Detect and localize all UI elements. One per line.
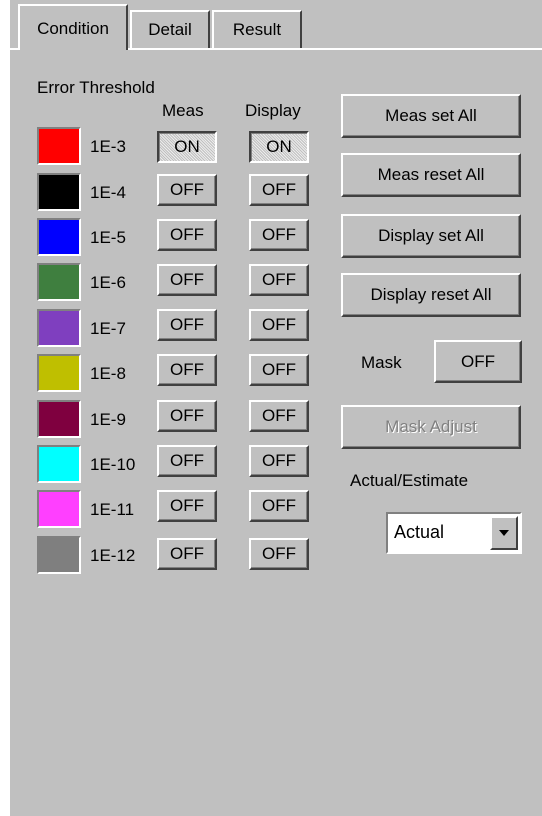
- tab-result[interactable]: Result: [212, 10, 302, 48]
- color-swatch: [37, 536, 81, 574]
- display-toggle-button[interactable]: OFF: [249, 264, 309, 296]
- color-swatch: [37, 127, 81, 165]
- threshold-label: 1E-9: [90, 410, 126, 429]
- threshold-label: 1E-6: [90, 273, 126, 292]
- threshold-label: 1E-4: [90, 183, 126, 202]
- threshold-label: 1E-8: [90, 364, 126, 383]
- threshold-label: 1E-7: [90, 319, 126, 338]
- meas-set-all-button[interactable]: Meas set All: [341, 94, 521, 138]
- mask-toggle-button[interactable]: OFF: [434, 340, 522, 383]
- display-set-all-button[interactable]: Display set All: [341, 214, 521, 258]
- threshold-label: 1E-11: [90, 500, 135, 519]
- meas-toggle-button[interactable]: OFF: [157, 400, 217, 432]
- display-toggle-button[interactable]: OFF: [249, 219, 309, 251]
- meas-toggle-button[interactable]: OFF: [157, 174, 217, 206]
- color-swatch: [37, 309, 81, 347]
- error-threshold-heading: Error Threshold: [37, 78, 155, 97]
- meas-reset-all-button[interactable]: Meas reset All: [341, 153, 521, 197]
- meas-toggle-button[interactable]: OFF: [157, 309, 217, 341]
- threshold-label: 1E-3: [90, 137, 126, 156]
- display-toggle-button[interactable]: OFF: [249, 538, 309, 570]
- color-swatch: [37, 354, 81, 392]
- color-swatch: [37, 490, 81, 528]
- threshold-label: 1E-5: [90, 228, 126, 247]
- display-toggle-button[interactable]: OFF: [249, 174, 309, 206]
- actual-estimate-value: Actual: [394, 522, 445, 542]
- display-toggle-button[interactable]: OFF: [249, 400, 309, 432]
- actual-estimate-select[interactable]: Actual: [386, 512, 522, 554]
- display-toggle-button[interactable]: OFF: [249, 490, 309, 522]
- chevron-down-icon[interactable]: [490, 516, 518, 550]
- meas-toggle-button[interactable]: OFF: [157, 354, 217, 386]
- meas-toggle-button[interactable]: OFF: [157, 219, 217, 251]
- display-toggle-button[interactable]: OFF: [249, 354, 309, 386]
- color-swatch: [37, 173, 81, 211]
- meas-toggle-button[interactable]: ON: [157, 131, 217, 163]
- meas-column-heading: Meas: [162, 101, 204, 120]
- display-toggle-button[interactable]: OFF: [249, 309, 309, 341]
- color-swatch: [37, 400, 81, 438]
- meas-toggle-button[interactable]: OFF: [157, 445, 217, 477]
- display-column-heading: Display: [245, 101, 301, 120]
- meas-toggle-button[interactable]: OFF: [157, 490, 217, 522]
- color-swatch: [37, 263, 81, 301]
- mask-label: Mask: [361, 353, 402, 372]
- color-swatch: [37, 218, 81, 256]
- mask-adjust-button: Mask Adjust: [341, 405, 521, 449]
- display-toggle-button[interactable]: OFF: [249, 445, 309, 477]
- color-swatch: [37, 445, 81, 483]
- threshold-label: 1E-12: [90, 546, 136, 565]
- actual-estimate-label: Actual/Estimate: [350, 471, 469, 490]
- display-reset-all-button[interactable]: Display reset All: [341, 273, 521, 317]
- threshold-label: 1E-10: [90, 455, 136, 474]
- tab-detail[interactable]: Detail: [130, 10, 210, 48]
- meas-toggle-button[interactable]: OFF: [157, 538, 217, 570]
- tab-condition[interactable]: Condition: [18, 4, 128, 50]
- display-toggle-button[interactable]: ON: [249, 131, 309, 163]
- meas-toggle-button[interactable]: OFF: [157, 264, 217, 296]
